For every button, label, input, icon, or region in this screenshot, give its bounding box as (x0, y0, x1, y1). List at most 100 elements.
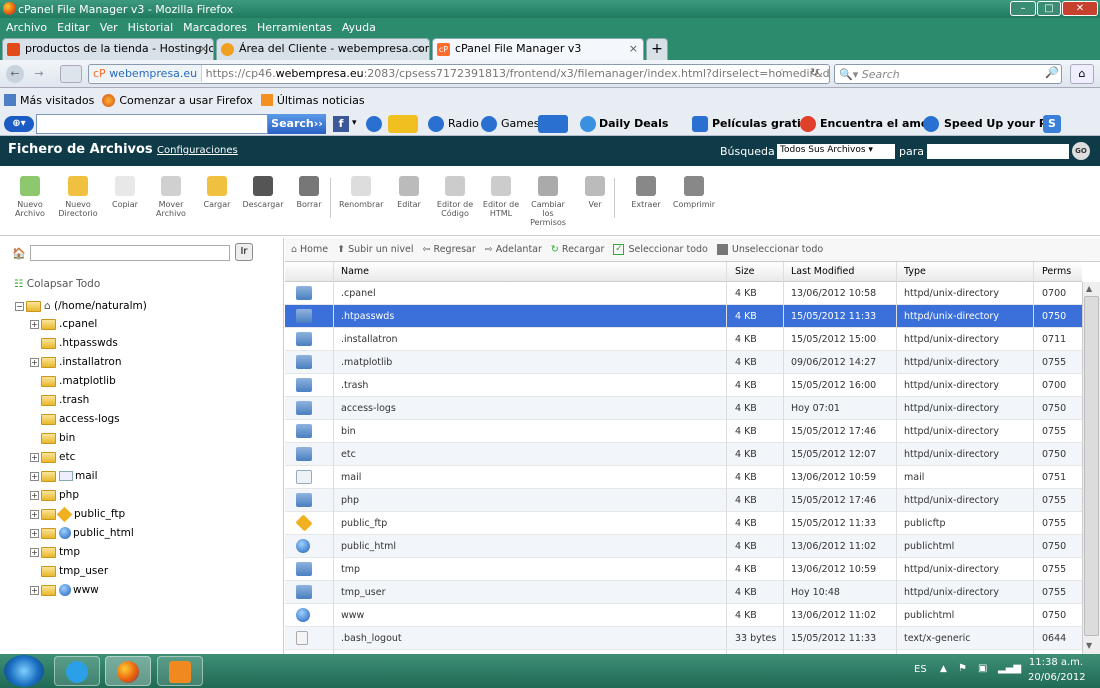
tree-item-tmp[interactable]: + tmp (30, 546, 80, 558)
column-modified[interactable]: Last Modified (791, 266, 854, 277)
signal-icon[interactable]: ▂▄▆ (998, 663, 1021, 674)
games-link[interactable]: Games (501, 117, 539, 130)
tree-item-access-logs[interactable]: access-logs (30, 413, 120, 425)
expand-toggle-icon[interactable]: + (30, 528, 39, 538)
table-row[interactable]: public_html 4 KB 13/06/2012 11:02 publichtm… (285, 535, 1082, 558)
extract-button[interactable]: Extraer (624, 176, 668, 209)
tree-item-public_ftp[interactable]: + public_ftp (30, 506, 125, 522)
table-row[interactable]: .matplotlib 4 KB 09/06/2012 14:27 httpd/uni… (285, 351, 1082, 374)
search-go-icon[interactable]: 🔎 (1045, 66, 1059, 79)
facebook-icon[interactable]: f (333, 116, 349, 132)
unselect-all-link[interactable]: Unseleccionar todo (732, 244, 823, 255)
tree-item-mail[interactable]: + mail (30, 470, 98, 482)
scrollbar-thumb[interactable] (1084, 296, 1099, 636)
close-window-button[interactable]: ✕ (1062, 1, 1098, 16)
expand-toggle-icon[interactable]: + (30, 547, 39, 557)
clock-date[interactable]: 20/06/2012 (1028, 672, 1086, 683)
path-input[interactable] (30, 245, 230, 261)
tab-area-cliente[interactable]: Área del Cliente - webempresa.com × (216, 38, 430, 60)
clock-time[interactable]: 11:38 a.m. (1028, 657, 1084, 668)
expand-toggle-icon[interactable]: + (30, 585, 39, 595)
back-link[interactable]: Regresar (434, 244, 476, 255)
home-link[interactable]: Home (300, 244, 328, 255)
search-input[interactable]: 🔍▾ Search (834, 64, 1062, 84)
peliculas-link[interactable]: Películas gratis (712, 117, 807, 130)
column-type[interactable]: Type (904, 266, 926, 277)
outlook-taskbar-icon[interactable] (157, 656, 203, 686)
action-center-flag-icon[interactable]: ⚑ (958, 663, 967, 674)
close-tab-icon[interactable]: × (629, 42, 638, 55)
home-icon[interactable]: ⌂ (1070, 64, 1094, 84)
table-row[interactable]: public_ftp 4 KB 15/05/2012 11:33 publicftp 0… (285, 512, 1082, 535)
html-editor-button[interactable]: Editor de HTML (479, 176, 523, 218)
speedup-icon[interactable] (923, 116, 939, 132)
edit-button[interactable]: Editar (387, 176, 431, 209)
menu-archivo[interactable]: Archivo (6, 21, 47, 34)
table-row[interactable]: etc 4 KB 15/05/2012 12:07 httpd/unix-direct… (285, 443, 1082, 466)
menu-historial[interactable]: Historial (128, 21, 173, 34)
expand-toggle-icon[interactable]: + (30, 319, 39, 329)
radio-icon[interactable] (428, 116, 444, 132)
daily-deals-icon[interactable] (580, 116, 596, 132)
bookmark-ultimas-noticias[interactable]: Últimas noticias (277, 94, 365, 107)
new-folder-button[interactable]: Nuevo Directorio (56, 176, 100, 218)
tab-cpanel-file-manager[interactable]: cP cPanel File Manager v3 × (432, 38, 644, 60)
tab-productos[interactable]: productos de la tienda - Hosting Joo... … (2, 38, 214, 60)
skype-taskbar-icon[interactable] (54, 656, 100, 686)
tree-item-etc[interactable]: + etc (30, 451, 75, 463)
menu-ayuda[interactable]: Ayuda (342, 21, 376, 34)
settings-link[interactable]: Configuraciones (157, 145, 238, 156)
expand-toggle-icon[interactable]: + (30, 490, 39, 500)
table-row[interactable]: tmp 4 KB 13/06/2012 10:59 httpd/unix-direct… (285, 558, 1082, 581)
view-button[interactable]: Ver (573, 176, 617, 209)
copy-button[interactable]: Copiar (103, 176, 147, 209)
bookmark-star-icon[interactable]: ☆ (777, 66, 787, 79)
network-icon[interactable]: ▣ (978, 663, 987, 674)
toolbar-search-button[interactable]: Search›› (268, 114, 326, 134)
menu-herramientas[interactable]: Herramientas (257, 21, 332, 34)
up-level-link[interactable]: Subir un nivel (348, 244, 413, 255)
menu-marcadores[interactable]: Marcadores (183, 21, 247, 34)
home-directory-icon[interactable]: 🏠 (12, 247, 30, 261)
bookmark-comenzar[interactable]: Comenzar a usar Firefox (119, 94, 253, 107)
close-tab-icon[interactable]: × (415, 42, 424, 55)
dropdown-arrow-icon[interactable]: ▾ (352, 118, 357, 128)
tree-item-tmp_user[interactable]: tmp_user (30, 565, 108, 577)
back-arrow-icon[interactable]: ← (6, 65, 24, 83)
table-row[interactable]: .bash_logout 33 bytes 15/05/2012 11:33 text… (285, 627, 1082, 650)
tree-item-dot-matplotlib[interactable]: .matplotlib (30, 375, 116, 387)
expand-toggle-icon[interactable]: + (30, 357, 39, 367)
tree-item-bin[interactable]: bin (30, 432, 75, 444)
table-row[interactable]: .trash 4 KB 15/05/2012 16:00 httpd/unix-dir… (285, 374, 1082, 397)
radio-link[interactable]: Radio (448, 117, 479, 130)
expand-toggle-icon[interactable]: + (30, 452, 39, 462)
scroll-down-icon[interactable]: ▼ (1086, 641, 1092, 650)
tree-item-dot-htpasswds[interactable]: .htpasswds (30, 337, 118, 349)
close-tab-icon[interactable]: × (199, 42, 208, 55)
menu-editar[interactable]: Editar (57, 21, 90, 34)
new-tab-button[interactable]: + (646, 38, 668, 60)
firefox-taskbar-icon[interactable] (105, 656, 151, 686)
delete-button[interactable]: Borrar (287, 176, 331, 209)
site-identity-badge[interactable]: cP webempresa.eu (89, 65, 203, 82)
language-indicator[interactable]: ES (914, 664, 927, 675)
menu-ver[interactable]: Ver (100, 21, 118, 34)
tree-item-dot-cpanel[interactable]: + .cpanel (30, 318, 97, 330)
reload-link[interactable]: Recargar (562, 244, 605, 255)
lock-icon[interactable] (366, 116, 382, 132)
rename-button[interactable]: Renombrar (339, 176, 383, 209)
minimize-button[interactable]: – (1010, 1, 1036, 16)
table-row[interactable]: php 4 KB 15/05/2012 17:46 httpd/unix-direct… (285, 489, 1082, 512)
move-file-button[interactable]: Mover Archivo (149, 176, 193, 218)
scroll-up-icon[interactable]: ▲ (1086, 284, 1092, 293)
tree-item-php[interactable]: + php (30, 489, 79, 501)
collapse-all-link[interactable]: ☷ Colapsar Todo (14, 278, 100, 290)
expand-toggle-icon[interactable]: + (30, 509, 39, 519)
table-row[interactable]: .installatron 4 KB 15/05/2012 15:00 httpd/u… (285, 328, 1082, 351)
games-icon[interactable] (481, 116, 497, 132)
film-icon[interactable] (692, 116, 708, 132)
daily-deals-link[interactable]: Daily Deals (599, 117, 668, 130)
tray-expand-icon[interactable]: ▲ (940, 664, 947, 674)
toolbar-search-input[interactable] (36, 114, 268, 134)
table-row[interactable]: .htpasswds 4 KB 15/05/2012 11:33 httpd/unix… (285, 305, 1082, 328)
